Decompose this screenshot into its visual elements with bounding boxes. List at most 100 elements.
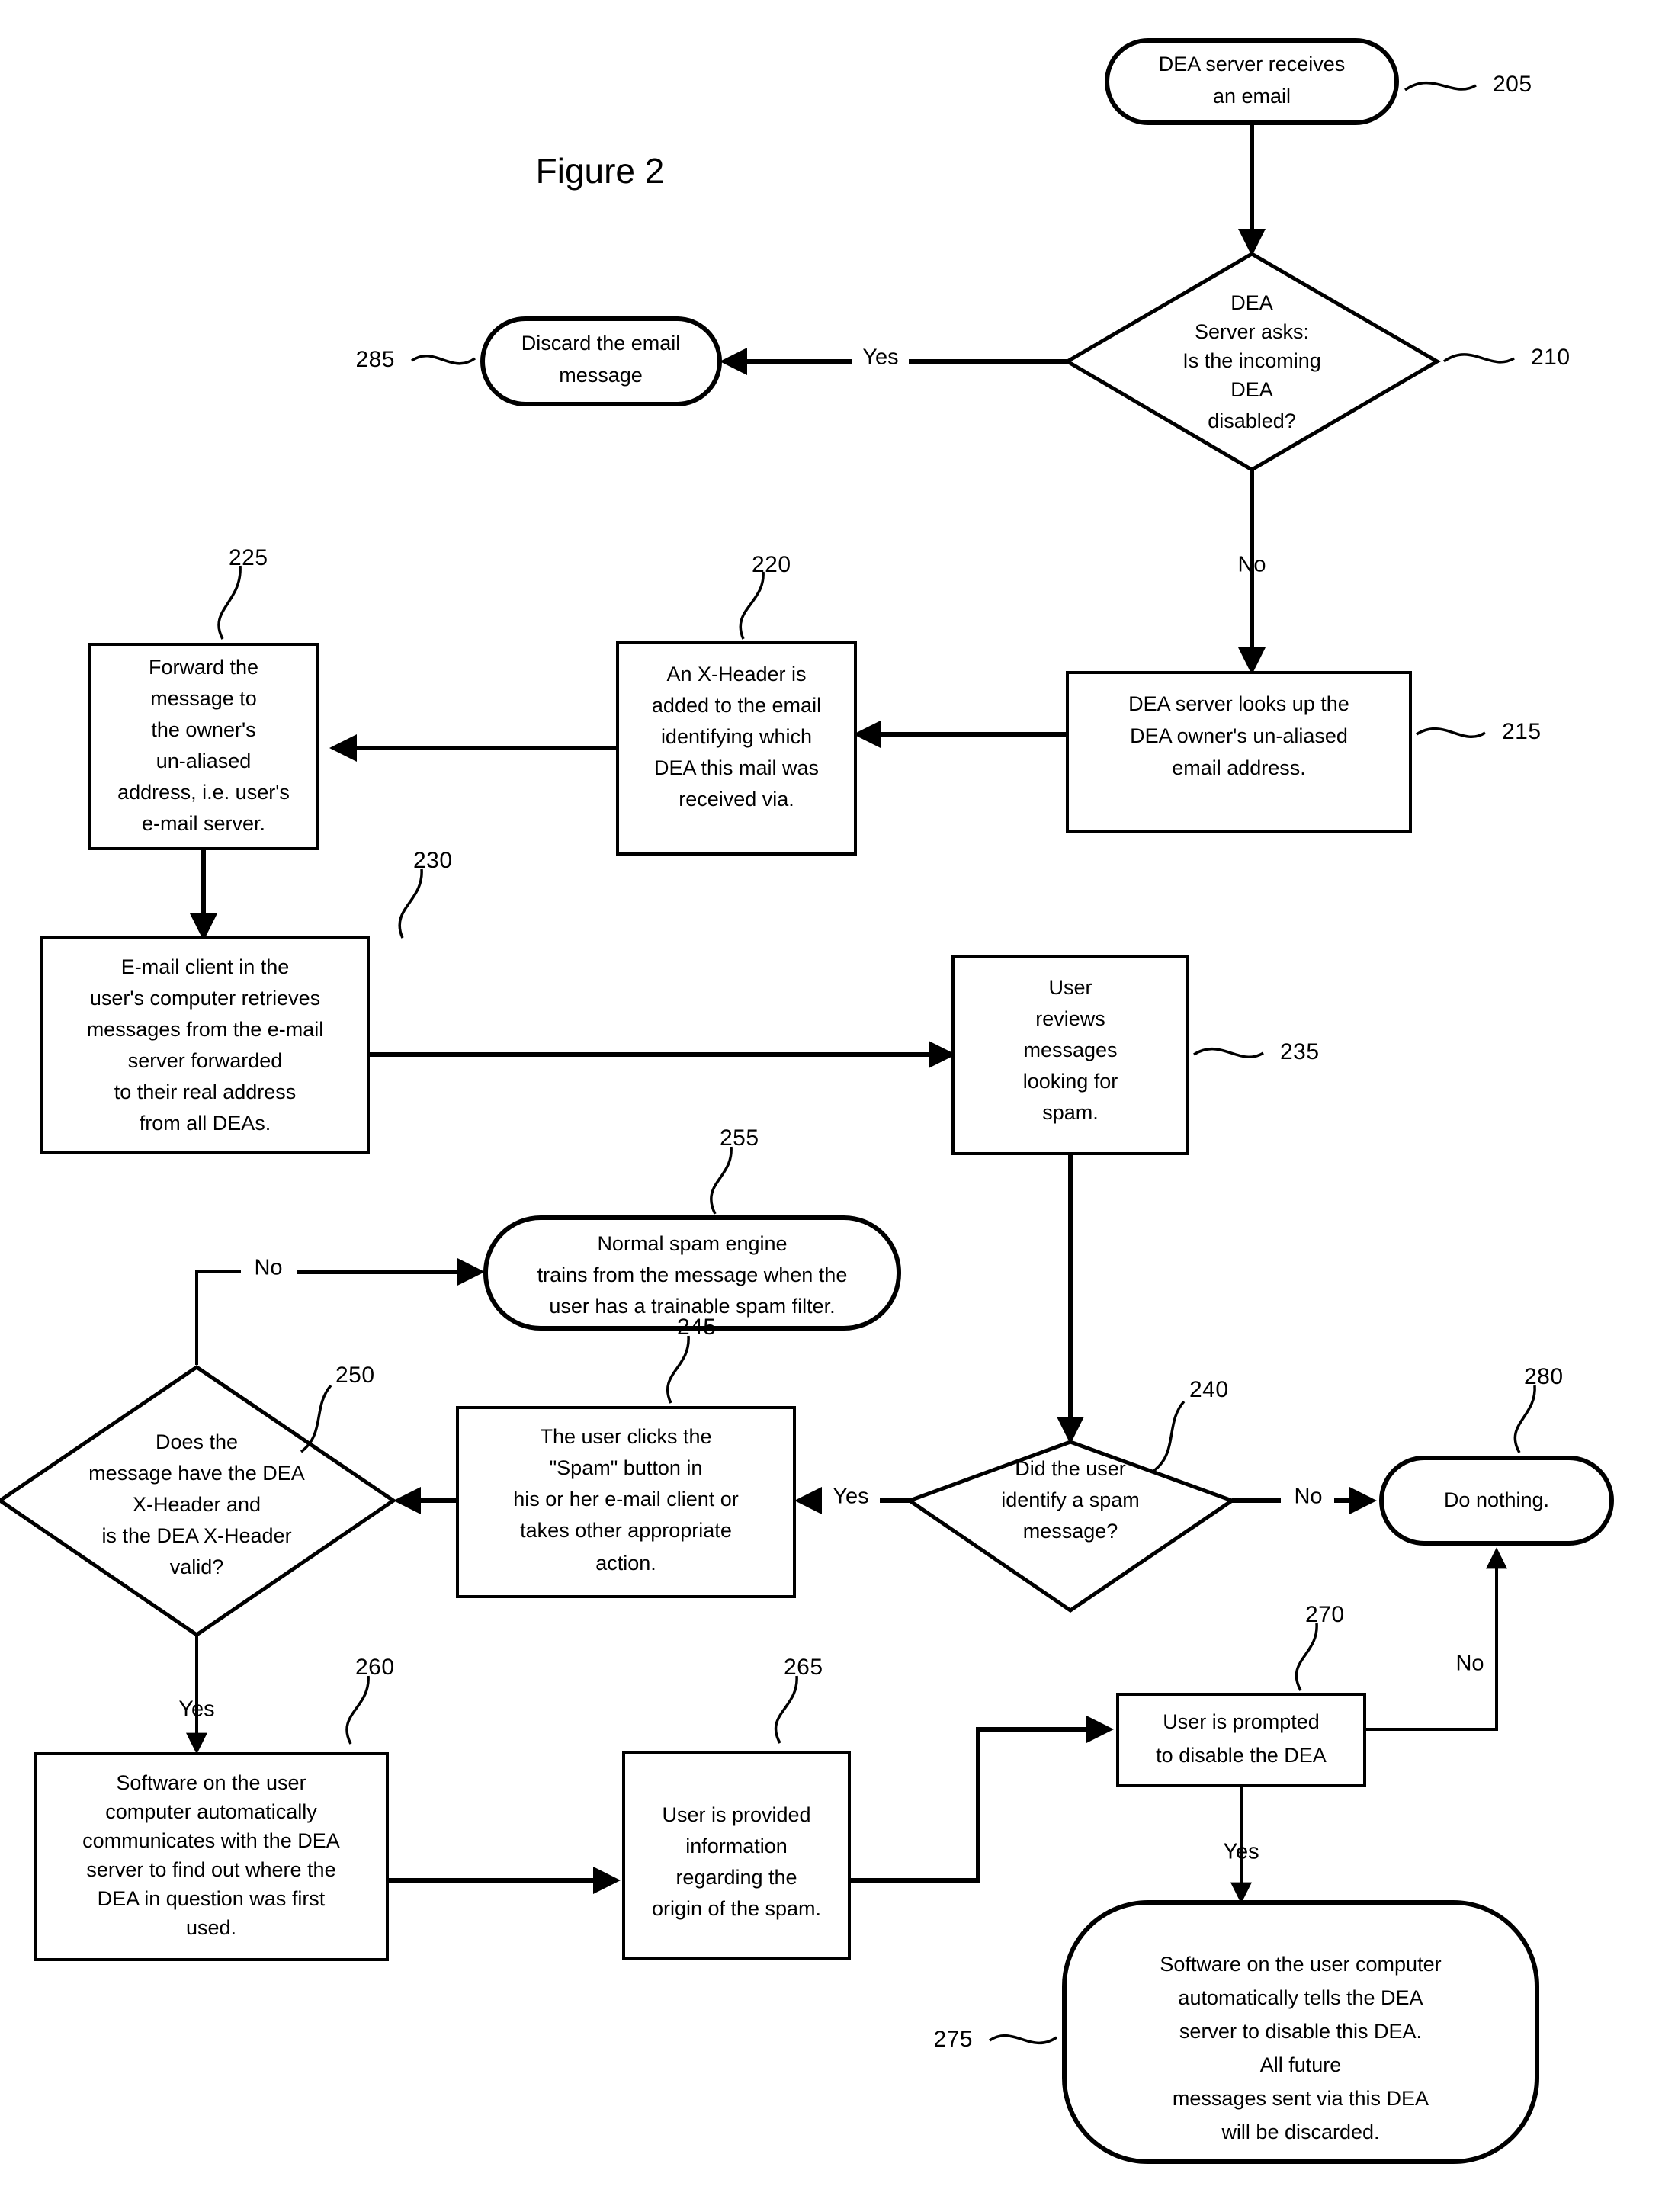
node-220-line-0: An X-Header is: [666, 663, 806, 685]
node-220-line-2: identifying which: [661, 725, 812, 748]
node-275-line-1: automatically tells the DEA: [1178, 1986, 1423, 2009]
node-285-line-0: Discard the email: [521, 332, 681, 355]
edge-label-250-yes: Yes: [178, 1697, 214, 1722]
leader-line-285: [410, 355, 476, 365]
node-280-line-0: Do nothing.: [1444, 1488, 1549, 1511]
node-250-line-1: message have the DEA: [88, 1462, 305, 1485]
node-240-line-0: Did the user: [1015, 1457, 1126, 1480]
node-215-line-0: DEA server looks up the: [1128, 692, 1349, 715]
edge-label-270-no: No: [1455, 1652, 1484, 1676]
node-250-line-2: X-Header and: [133, 1493, 261, 1516]
node-230-line-1: user's computer retrieves: [90, 987, 320, 1010]
node-240-line-2: message?: [1023, 1520, 1118, 1543]
ref-number-225: 225: [229, 545, 268, 570]
node-230-line-3: server forwarded: [128, 1049, 283, 1072]
edge-270-to-280: [1365, 1547, 1507, 1731]
leader-line-240: [1151, 1400, 1186, 1473]
node-210-line-0: DEA: [1230, 291, 1273, 314]
node-235-user-reviews-messages: User reviews messages looking for spam.: [951, 955, 1189, 1155]
node-265-user-provided-spam-origin-info: User is provided information regarding t…: [622, 1751, 851, 1960]
leader-line-255: [710, 1146, 733, 1215]
node-230-line-2: messages from the e-mail: [87, 1018, 324, 1041]
node-240-line-1: identify a spam: [1001, 1488, 1140, 1511]
flowchart-canvas: Figure 2 DEA server receives an email 20…: [0, 38, 1614, 2164]
node-270-user-prompted-to-disable-dea: User is prompted to disable the DEA: [1116, 1693, 1366, 1787]
node-275-line-4: messages sent via this DEA: [1173, 2087, 1429, 2110]
node-270-line-1: to disable the DEA: [1156, 1744, 1327, 1767]
node-275-line-2: server to disable this DEA.: [1179, 2020, 1422, 2043]
node-285-line-1: message: [559, 364, 643, 387]
node-225-line-3: un-aliased: [156, 750, 252, 772]
node-275-line-3: All future: [1260, 2053, 1342, 2076]
ref-number-260: 260: [355, 1655, 395, 1680]
ref-number-280: 280: [1524, 1364, 1564, 1389]
node-235-line-0: User: [1048, 976, 1092, 999]
node-245-line-4: action.: [595, 1552, 656, 1575]
node-265-line-3: origin of the spam.: [652, 1897, 821, 1920]
node-250-line-0: Does the: [156, 1430, 238, 1453]
figure-title: Figure 2: [536, 151, 665, 191]
node-220-x-header-added: An X-Header is added to the email identi…: [616, 641, 857, 856]
node-270-line-0: User is prompted: [1163, 1710, 1320, 1733]
node-260-software-communicates-with-dea-server: Software on the user computer automatica…: [34, 1752, 389, 1961]
node-220-line-4: received via.: [679, 788, 794, 811]
node-255-line-1: trains from the message when the: [537, 1263, 848, 1286]
edge-label-210-no: No: [1237, 553, 1266, 577]
edge-label-210-yes: Yes: [862, 345, 898, 370]
leader-line-230: [398, 868, 423, 939]
node-230-email-client-retrieves-messages: E-mail client in the user's computer ret…: [40, 936, 370, 1154]
node-235-line-3: looking for: [1023, 1070, 1118, 1093]
node-210-is-incoming-dea-disabled: DEA Server asks: Is the incoming DEA dis…: [1064, 252, 1441, 472]
leader-line-215: [1416, 727, 1486, 738]
node-210-line-3: DEA: [1230, 378, 1273, 401]
node-260-line-4: DEA in question was first: [98, 1887, 326, 1910]
ref-number-210: 210: [1531, 345, 1571, 370]
node-260-line-1: computer automatically: [105, 1800, 317, 1823]
node-210-line-1: Server asks:: [1195, 320, 1309, 343]
node-275-line-5: will be discarded.: [1221, 2121, 1379, 2143]
leader-line-220: [739, 571, 765, 640]
leader-line-245: [666, 1335, 690, 1404]
node-255-normal-spam-engine-trains: Normal spam engine trains from the messa…: [483, 1215, 901, 1331]
ref-number-205: 205: [1493, 72, 1532, 97]
node-205-line-0: DEA server receives: [1159, 53, 1346, 75]
node-210-line-4: disabled?: [1208, 409, 1296, 432]
leader-line-280: [1513, 1385, 1536, 1453]
node-240-did-user-identify-spam-message: Did the user identify a spam message?: [905, 1440, 1237, 1613]
node-265-line-1: information: [685, 1835, 788, 1857]
ref-number-235: 235: [1280, 1039, 1320, 1064]
leader-line-270: [1295, 1623, 1318, 1691]
ref-number-285: 285: [355, 347, 395, 372]
leader-line-265: [774, 1675, 798, 1744]
ref-number-245: 245: [677, 1315, 717, 1340]
node-210-line-2: Is the incoming: [1182, 349, 1321, 372]
leader-line-275: [989, 2034, 1057, 2045]
node-285-discard-the-email-message: Discard the email message: [480, 316, 722, 406]
node-215-line-2: email address.: [1172, 756, 1306, 779]
node-260-line-5: used.: [186, 1916, 236, 1939]
node-215-dea-server-looks-up-address: DEA server looks up the DEA owner's un-a…: [1066, 671, 1412, 833]
ref-number-230: 230: [413, 848, 453, 873]
leader-line-235: [1193, 1047, 1264, 1058]
node-245-line-3: takes other appropriate: [520, 1519, 732, 1542]
node-205-dea-server-receives-email: DEA server receives an email: [1105, 38, 1399, 125]
ref-number-220: 220: [752, 552, 791, 577]
node-245-user-clicks-spam-button: The user clicks the "Spam" button in his…: [456, 1406, 796, 1598]
ref-number-255: 255: [720, 1125, 759, 1151]
node-255-line-0: Normal spam engine: [597, 1232, 787, 1255]
ref-number-215: 215: [1502, 719, 1542, 744]
ref-number-240: 240: [1189, 1377, 1229, 1402]
node-225-line-0: Forward the: [149, 656, 258, 679]
edge-label-250-no: No: [254, 1256, 282, 1280]
node-220-line-1: added to the email: [652, 694, 821, 717]
node-265-line-0: User is provided: [662, 1803, 810, 1826]
node-280-do-nothing: Do nothing.: [1379, 1456, 1614, 1546]
edge-label-240-yes: Yes: [833, 1485, 868, 1509]
leader-line-260: [345, 1675, 370, 1745]
node-235-line-2: messages: [1023, 1039, 1117, 1061]
node-260-line-3: server to find out where the: [86, 1858, 335, 1881]
node-225-forward-message-to-owner: Forward the message to the owner's un-al…: [88, 643, 319, 850]
node-230-line-5: from all DEAs.: [140, 1112, 271, 1135]
node-270-shape: [1116, 1693, 1366, 1787]
patent-figure-page: Figure 2 DEA server receives an email 20…: [0, 0, 1662, 2212]
